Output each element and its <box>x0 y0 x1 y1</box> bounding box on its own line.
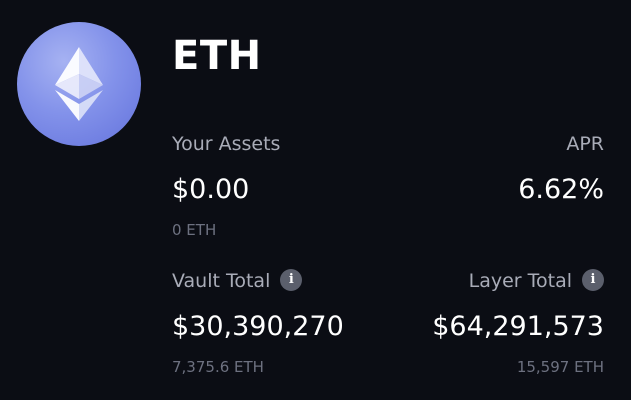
apr-value: 6.62% <box>518 174 604 205</box>
ethereum-icon <box>17 22 141 146</box>
token-card: ETH Your Assets $0.00 0 ETH APR 6.62% Va… <box>0 0 631 400</box>
layer-total-sub: 15,597 ETH <box>516 358 604 376</box>
token-symbol: ETH <box>172 33 262 79</box>
vault-total-value: $30,390,270 <box>172 311 344 342</box>
vault-total-label-row: Vault Total i <box>172 268 303 293</box>
layer-total-info-icon[interactable]: i <box>582 268 604 291</box>
ethereum-diamond-icon <box>55 47 103 121</box>
vault-total-info-icon[interactable]: i <box>280 268 303 291</box>
vault-total-sub: 7,375.6 ETH <box>172 358 264 376</box>
vault-total-label: Vault Total <box>172 270 271 292</box>
layer-total-value: $64,291,573 <box>432 311 604 342</box>
your-assets-sub: 0 ETH <box>172 221 217 239</box>
layer-total-label-row: Layer Total i <box>468 268 604 293</box>
your-assets-label: Your Assets <box>172 133 281 155</box>
your-assets-value: $0.00 <box>172 174 250 205</box>
apr-label: APR <box>566 133 604 155</box>
layer-total-label: Layer Total <box>468 270 572 292</box>
